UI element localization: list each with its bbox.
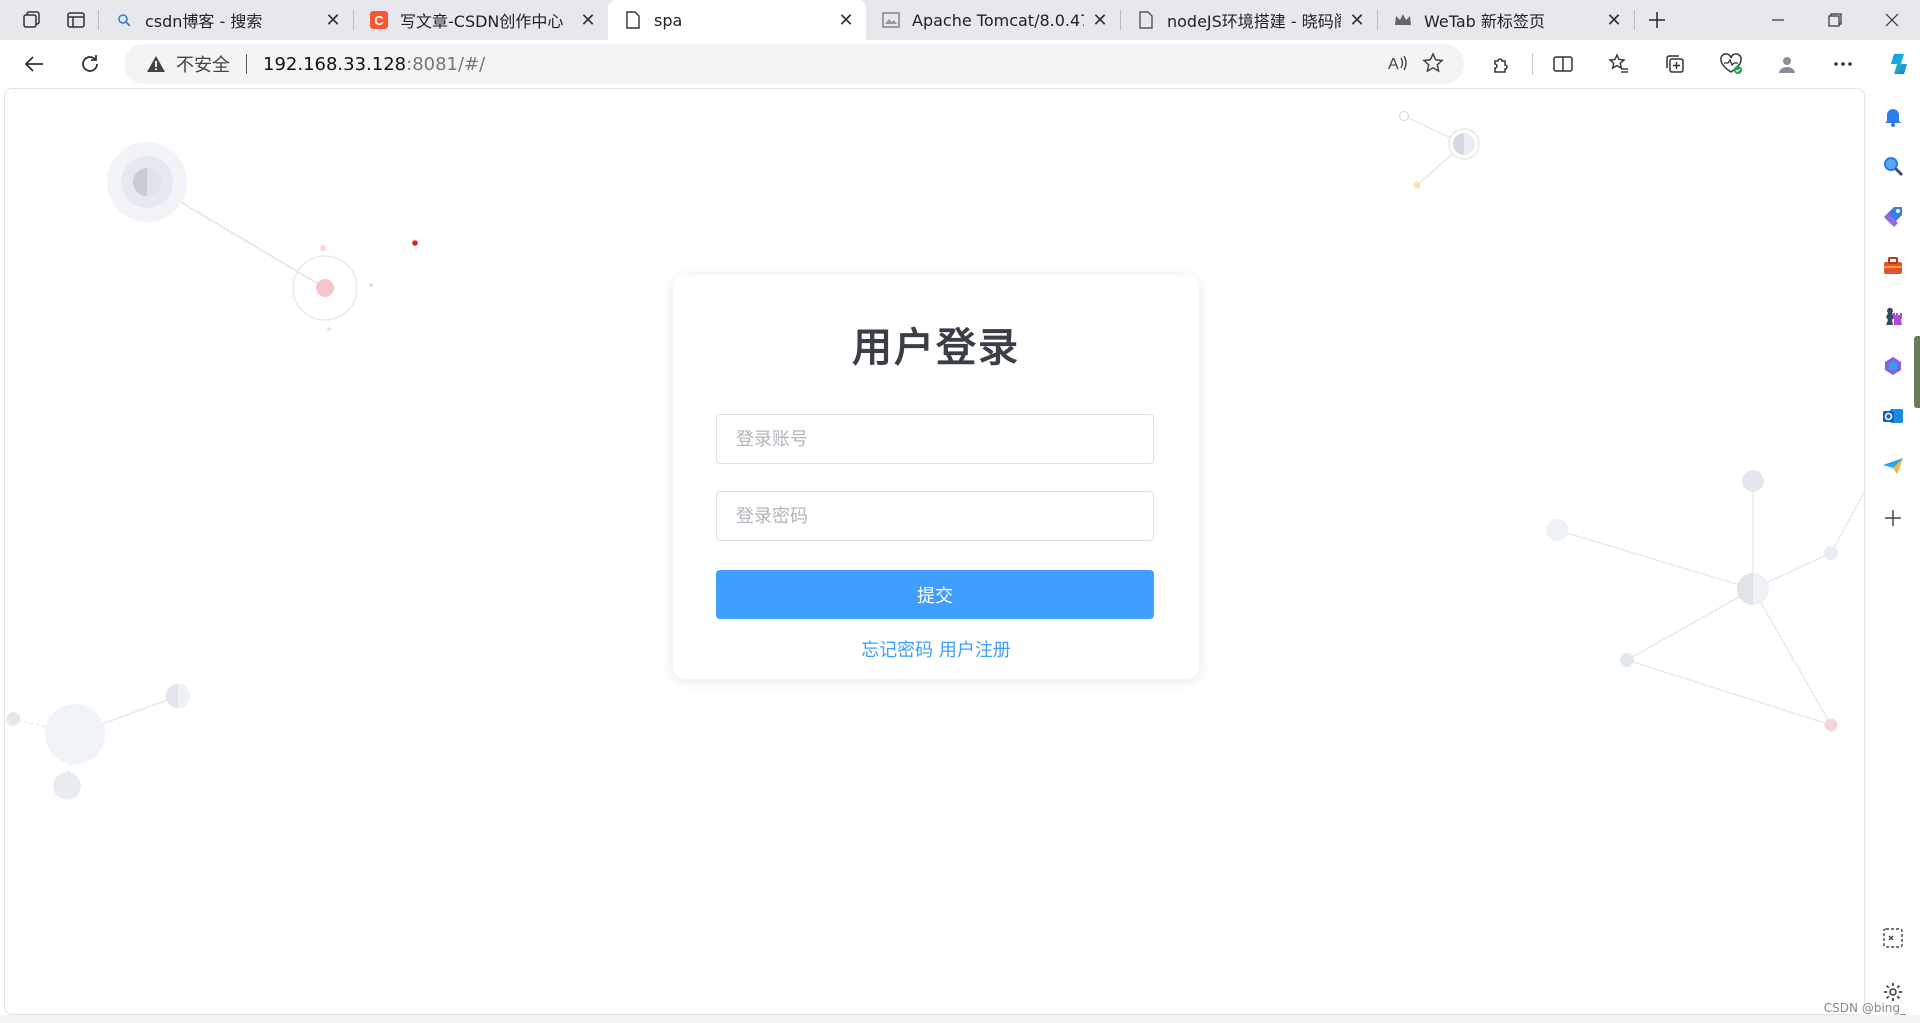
new-tab-button[interactable] — [1635, 0, 1679, 40]
tab-strip: csdn博客 - 搜索 ✕ C 写文章-CSDN创作中心 ✕ spa ✕ Apa… — [0, 0, 1920, 40]
outlook-icon[interactable] — [1879, 402, 1907, 430]
extensions-icon[interactable] — [1474, 44, 1530, 84]
restore-icon[interactable] — [1806, 0, 1863, 40]
window-controls — [1749, 0, 1920, 40]
tab-title: nodeJS环境搭建 - 晓码阁 — [1167, 12, 1341, 31]
tab-title: spa — [654, 10, 683, 30]
favorite-star-icon[interactable] — [1422, 52, 1444, 79]
submit-button[interactable]: 提交 — [716, 570, 1154, 619]
profile-avatar-icon[interactable] — [1759, 44, 1815, 84]
csdn-icon: C — [370, 11, 388, 29]
password-input[interactable] — [716, 491, 1154, 541]
split-screen-icon[interactable] — [1535, 44, 1591, 84]
account-input[interactable] — [716, 414, 1154, 464]
close-icon[interactable]: ✕ — [1604, 10, 1624, 31]
tab-csdn-search[interactable]: csdn博客 - 搜索 ✕ — [99, 0, 353, 40]
search-icon[interactable] — [1879, 152, 1907, 180]
auth-links: 忘记密码 用户注册 — [673, 636, 1199, 662]
refresh-button[interactable] — [66, 44, 114, 84]
tag-icon[interactable] — [1879, 202, 1907, 230]
tab-title: Apache Tomcat/8.0.47 - Er — [912, 10, 1084, 30]
bg-network-bottomleft — [6, 684, 190, 800]
games-icon[interactable] — [1879, 302, 1907, 330]
close-icon[interactable]: ✕ — [323, 10, 343, 31]
bg-network-bottomright — [1546, 470, 1864, 732]
tab-spa[interactable]: spa ✕ — [608, 0, 866, 40]
tab-title: WeTab 新标签页 — [1424, 12, 1545, 31]
forgot-password-link[interactable]: 忘记密码 — [861, 640, 933, 661]
sidebar-drag-handle[interactable] — [1914, 336, 1920, 408]
window-bottom-edge — [0, 1015, 1920, 1023]
close-icon[interactable]: ✕ — [1090, 10, 1110, 31]
tab-title: csdn博客 - 搜索 — [145, 12, 263, 31]
login-card: 用户登录 提交 忘记密码 用户注册 — [673, 275, 1199, 679]
browser-toolbar: 不安全 192.168.33.128:8081/#/ A — [0, 40, 1920, 88]
security-label[interactable]: 不安全 — [176, 51, 230, 77]
send-icon[interactable] — [1879, 452, 1907, 480]
tab-csdn-write[interactable]: C 写文章-CSDN创作中心 ✕ — [354, 0, 608, 40]
tab-title: 写文章-CSDN创作中心 — [400, 12, 564, 31]
svg-text:A: A — [1388, 56, 1399, 73]
toolbar-actions — [1474, 44, 1920, 84]
search-icon — [115, 11, 133, 29]
address-bar[interactable]: 不安全 192.168.33.128:8081/#/ A — [124, 44, 1464, 84]
minimize-icon[interactable] — [1749, 0, 1806, 40]
page-icon — [624, 11, 642, 29]
close-icon[interactable]: ✕ — [1347, 10, 1367, 31]
image-icon — [882, 11, 900, 29]
address-divider — [246, 54, 247, 74]
close-window-icon[interactable] — [1863, 0, 1920, 40]
url-host: 192.168.33.128 — [263, 53, 407, 75]
browser-essentials-icon[interactable] — [1703, 44, 1759, 84]
toolbar-separator — [1532, 53, 1533, 75]
bg-network-topleft — [107, 142, 418, 331]
warning-icon[interactable] — [146, 55, 166, 73]
bg-network-topright — [1398, 110, 1480, 189]
toolbox-icon[interactable] — [1879, 252, 1907, 280]
crown-icon — [1394, 11, 1412, 29]
close-icon[interactable]: ✕ — [836, 10, 856, 31]
back-button[interactable] — [10, 44, 58, 84]
bell-icon[interactable] — [1879, 102, 1907, 130]
tab-wetab[interactable]: WeTab 新标签页 ✕ — [1378, 0, 1634, 40]
register-link[interactable]: 用户注册 — [939, 640, 1011, 661]
svg-text:C: C — [374, 13, 384, 28]
workspaces-icon[interactable] — [10, 0, 54, 40]
more-menu-icon[interactable] — [1815, 44, 1871, 84]
url-path: :8081/#/ — [406, 53, 486, 75]
add-icon[interactable] — [1879, 504, 1907, 532]
m365-icon[interactable] — [1879, 352, 1907, 380]
edge-sidebar — [1866, 88, 1920, 1023]
read-aloud-icon[interactable]: A — [1386, 52, 1408, 79]
page-viewport: 用户登录 提交 忘记密码 用户注册 — [4, 88, 1865, 1015]
screenshot-icon[interactable] — [1879, 924, 1907, 952]
copilot-icon[interactable] — [1871, 44, 1920, 84]
address-actions: A — [1386, 52, 1444, 79]
page-icon — [1137, 11, 1155, 29]
close-icon[interactable]: ✕ — [578, 10, 598, 31]
vertical-tabs-icon[interactable] — [54, 0, 98, 40]
favorites-icon[interactable] — [1591, 44, 1647, 84]
login-title: 用户登录 — [852, 325, 1020, 371]
tab-tomcat[interactable]: Apache Tomcat/8.0.47 - Er ✕ — [866, 0, 1120, 40]
tab-nodejs[interactable]: nodeJS环境搭建 - 晓码阁 ✕ — [1121, 0, 1377, 40]
collections-icon[interactable] — [1647, 44, 1703, 84]
watermark: CSDN @bing_ — [1823, 1001, 1906, 1015]
